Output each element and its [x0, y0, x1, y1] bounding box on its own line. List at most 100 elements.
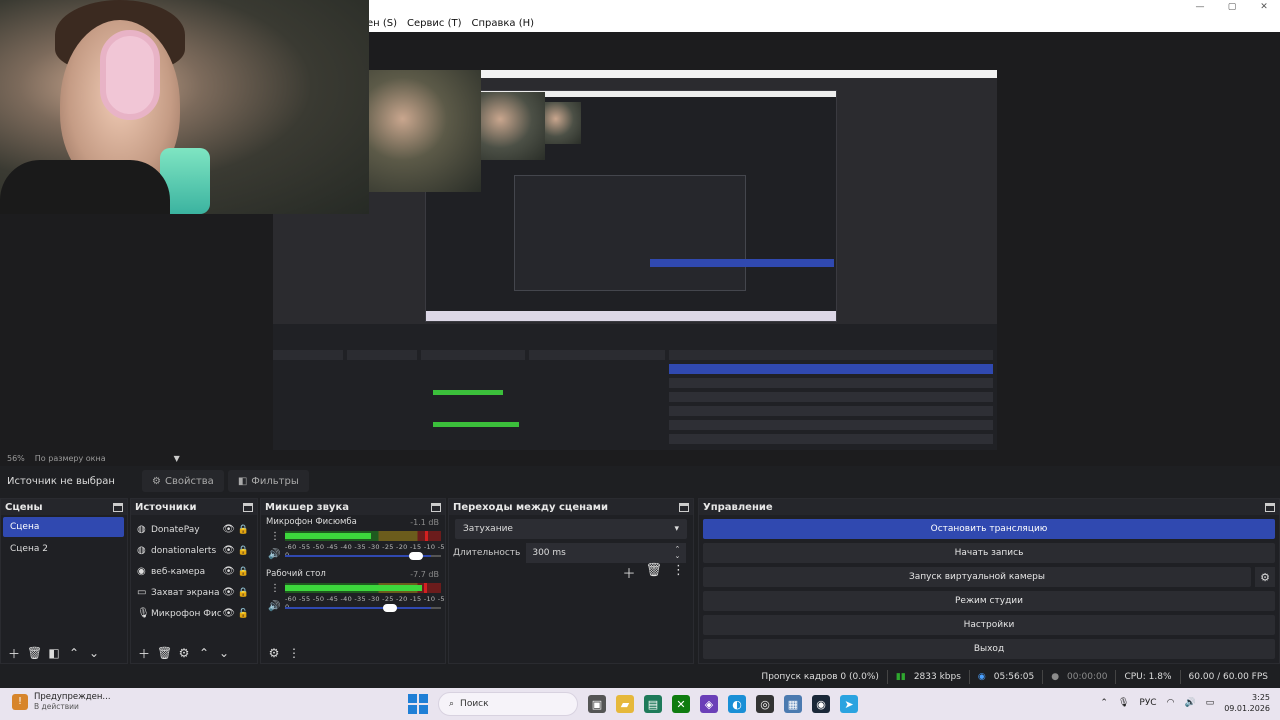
source-item[interactable]: ◍ donationalerts 👁 🔒	[131, 540, 257, 561]
source-item[interactable]: 🎙 Микрофон Фиск 👁 🔓	[131, 603, 257, 624]
speaker-icon[interactable]: 🔊	[268, 549, 280, 560]
minimize-icon[interactable]: —	[1184, 0, 1216, 14]
transition-value: Затухание	[463, 524, 513, 534]
start-record-button[interactable]: Начать запись	[703, 543, 1275, 563]
kebab-menu-icon[interactable]: ⋮	[287, 646, 301, 660]
globe-icon: ◍	[137, 545, 146, 556]
source-item[interactable]: ◍ DonatePay 👁 🔒	[131, 519, 257, 540]
task-view-icon[interactable]: ▣	[588, 695, 606, 713]
lock-icon[interactable]: 🔒	[238, 525, 249, 535]
camera-icon: ◉	[137, 566, 146, 577]
lang-indicator[interactable]: РУС	[1139, 698, 1156, 708]
volume-slider[interactable]	[285, 604, 441, 612]
tray-icon[interactable]: ⌃	[1100, 698, 1108, 708]
transition-select[interactable]: Затухание ▾	[455, 519, 687, 539]
zoom-percent: 56%	[7, 453, 25, 463]
trash-icon[interactable]: 🗑	[27, 646, 42, 660]
edge-icon[interactable]: ◐	[728, 695, 746, 713]
lock-icon[interactable]: 🔒	[238, 588, 249, 598]
spin-arrows-icon[interactable]: ⌃ ⌄	[674, 546, 680, 560]
clock[interactable]: 3:25 09.01.2026	[1224, 692, 1270, 714]
globe-icon: ◍	[137, 524, 146, 535]
advanced-audio-icon[interactable]: ⚙	[267, 646, 281, 660]
move-up-icon[interactable]: ⌃	[197, 646, 211, 660]
source-label: веб-камера	[151, 566, 206, 577]
sources-title: Источники	[135, 501, 197, 513]
lock-icon[interactable]: 🔒	[238, 546, 249, 556]
eye-icon[interactable]: 👁	[222, 524, 235, 535]
wifi-icon[interactable]: ◠	[1167, 698, 1175, 708]
monitor-icon: ▭	[137, 587, 147, 598]
undock-icon[interactable]	[113, 502, 123, 512]
close-icon[interactable]: ✕	[1248, 0, 1280, 14]
undock-icon[interactable]	[1265, 502, 1275, 512]
windows-taskbar: ! Предупрежден... В действии ⌕ Поиск ▣ ▰…	[0, 688, 1280, 720]
volume-icon[interactable]: 🔊	[1184, 698, 1195, 708]
app-icon[interactable]: ▤	[644, 695, 662, 713]
source-item[interactable]: ◉ веб-камера 👁 🔒	[131, 561, 257, 582]
search-icon: ⌕	[449, 699, 455, 709]
menu-help[interactable]: Справка (H)	[467, 18, 540, 29]
studio-mode-button[interactable]: Режим студии	[703, 591, 1275, 611]
settings-button[interactable]: Настройки	[703, 615, 1275, 635]
sources-dock: Источники ◍ DonatePay 👁 🔒 ◍ donationaler…	[130, 498, 258, 664]
exit-button[interactable]: Выход	[703, 639, 1275, 659]
start-icon[interactable]	[408, 694, 428, 714]
controls-dock: Управление Остановить трансляцию Начать …	[698, 498, 1280, 664]
eye-icon[interactable]: 👁	[222, 587, 235, 598]
zoom-bar: 56% По размеру окна ▼	[0, 450, 1280, 466]
record-time: 00:00:00	[1067, 672, 1108, 682]
undock-icon[interactable]	[679, 502, 689, 512]
lock-icon[interactable]: 🔒	[238, 567, 249, 577]
speaker-icon[interactable]: 🔊	[268, 601, 280, 612]
virtual-camera-button[interactable]: Запуск виртуальной камеры	[703, 567, 1251, 587]
filters-button[interactable]: ◧ Фильтры	[227, 470, 309, 492]
file-explorer-icon[interactable]: ▰	[616, 695, 634, 713]
eye-icon[interactable]: 👁	[222, 608, 235, 619]
kebab-menu-icon[interactable]: ⋮	[672, 563, 685, 582]
steam-icon[interactable]: ◉	[812, 695, 830, 713]
taskbar-search[interactable]: ⌕ Поиск	[438, 692, 578, 716]
scene-item[interactable]: Сцена 2	[3, 539, 124, 559]
gear-icon[interactable]: ⚙	[1255, 567, 1275, 587]
add-icon[interactable]: ＋	[7, 645, 21, 662]
app-icon[interactable]: ▦	[784, 695, 802, 713]
filter-icon[interactable]: ◧	[47, 646, 61, 660]
scene-item[interactable]: Сцена	[3, 517, 124, 537]
trash-icon[interactable]: 🗑	[645, 563, 662, 582]
lock-open-icon[interactable]: 🔓	[238, 609, 249, 619]
zoom-fit-label[interactable]: По размеру окна	[35, 454, 106, 463]
move-up-icon[interactable]: ⌃	[67, 646, 81, 660]
move-down-icon[interactable]: ⌄	[217, 646, 231, 660]
move-down-icon[interactable]: ⌄	[87, 646, 101, 660]
chevron-down-icon[interactable]: ▼	[174, 454, 180, 463]
properties-button[interactable]: ⚙ Свойства	[142, 470, 224, 492]
add-icon[interactable]: ＋	[137, 645, 151, 662]
maximize-icon[interactable]: ▢	[1216, 0, 1248, 14]
volume-slider[interactable]	[285, 552, 441, 560]
battery-icon[interactable]: ▭	[1206, 698, 1215, 708]
notification-widget[interactable]: ! Предупрежден... В действии	[12, 692, 111, 711]
duration-spinbox[interactable]: 300 ms ⌃ ⌄	[526, 543, 687, 563]
kebab-menu-icon[interactable]: ⋮	[270, 583, 280, 594]
filter-icon: ◧	[237, 475, 248, 487]
webcam-echo-3	[545, 102, 581, 144]
undock-icon[interactable]	[431, 502, 441, 512]
trash-icon[interactable]: 🗑	[157, 646, 172, 660]
duration-label: Длительность	[453, 548, 521, 558]
kebab-menu-icon[interactable]: ⋮	[270, 531, 280, 542]
time: 3:25	[1252, 693, 1270, 702]
xbox-icon[interactable]: ✕	[672, 695, 690, 713]
menu-tools[interactable]: Сервис (T)	[402, 18, 466, 29]
microphone-icon[interactable]: 🎙	[1118, 698, 1129, 708]
undock-icon[interactable]	[243, 502, 253, 512]
obs-icon[interactable]: ◎	[756, 695, 774, 713]
telegram-icon[interactable]: ➤	[840, 695, 858, 713]
eye-icon[interactable]: 👁	[222, 545, 235, 556]
stop-stream-button[interactable]: Остановить трансляцию	[703, 519, 1275, 539]
eye-icon[interactable]: 👁	[222, 566, 235, 577]
app-icon[interactable]: ◈	[700, 695, 718, 713]
add-icon[interactable]: ＋	[622, 563, 635, 582]
source-item[interactable]: ▭ Захват экрана 👁 🔒	[131, 582, 257, 603]
gear-icon[interactable]: ⚙	[177, 646, 191, 660]
